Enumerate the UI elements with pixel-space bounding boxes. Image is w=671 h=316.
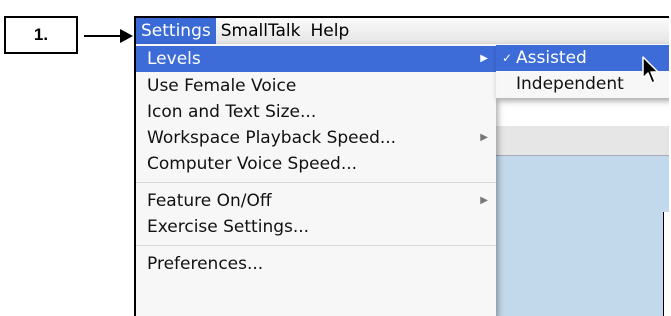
step-label: 1. (33, 25, 49, 44)
menu-item-label: Workspace Playback Speed... (147, 128, 397, 148)
menu-smalltalk[interactable]: SmallTalk (216, 18, 306, 44)
menu-separator (136, 182, 496, 183)
menu-item-label: Exercise Settings... (147, 217, 310, 237)
callout-arrow (84, 29, 133, 43)
step-callout-box: 1. (4, 16, 78, 54)
app-screenshot: Settings SmallTalk Help Levels ▶ Use Fem… (134, 16, 669, 316)
menu-item-levels[interactable]: Levels ▶ (136, 46, 496, 72)
menu-item-feature-on-off[interactable]: Feature On/Off ▶ (136, 188, 496, 214)
menu-item-label: Levels (147, 49, 201, 69)
menu-item-label: Use Female Voice (147, 76, 297, 96)
menu-separator (136, 245, 496, 246)
settings-dropdown-menu: Levels ▶ Use Female Voice Icon and Text … (136, 44, 496, 316)
submenu-item-label: Assisted (516, 48, 587, 68)
menu-item-label: Icon and Text Size... (147, 102, 317, 122)
checkmark-icon: ✓ (502, 51, 513, 65)
submenu-arrow-icon: ▶ (480, 53, 488, 64)
submenu-arrow-icon: ▶ (480, 195, 488, 206)
menu-item-label: Computer Voice Speed... (147, 154, 358, 174)
menu-item-use-female-voice[interactable]: Use Female Voice (136, 73, 496, 99)
window-panel-edge (663, 212, 669, 316)
menu-item-computer-voice-speed[interactable]: Computer Voice Speed... (136, 151, 496, 177)
submenu-item-label: Independent (516, 74, 624, 94)
menu-item-exercise-settings[interactable]: Exercise Settings... (136, 214, 496, 240)
mouse-pointer-icon (642, 56, 659, 84)
menu-item-icon-text-size[interactable]: Icon and Text Size... (136, 99, 496, 125)
submenu-arrow-icon: ▶ (480, 132, 488, 143)
menu-help[interactable]: Help (306, 18, 355, 44)
window-content-background (496, 155, 669, 316)
menu-bar: Settings SmallTalk Help (136, 18, 669, 45)
menu-item-label: Preferences... (147, 254, 264, 274)
menu-item-workspace-playback-speed[interactable]: Workspace Playback Speed... ▶ (136, 125, 496, 151)
menu-item-preferences[interactable]: Preferences... (136, 251, 496, 277)
menu-item-label: Feature On/Off (147, 191, 272, 211)
menu-settings[interactable]: Settings (136, 18, 216, 44)
